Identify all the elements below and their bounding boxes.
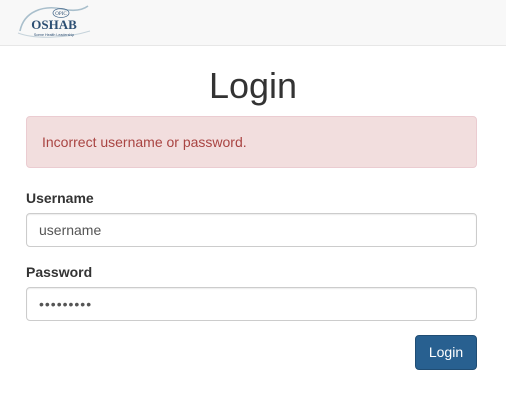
- svg-text:OSHAB: OSHAB: [31, 17, 77, 32]
- error-alert-message: Incorrect username or password.: [42, 134, 247, 150]
- brand-logo[interactable]: OPIC OSHAB Scene Health Leadership: [14, 3, 94, 43]
- page-title: Login: [208, 65, 298, 106]
- svg-text:Scene Health Leadership: Scene Health Leadership: [34, 33, 74, 37]
- top-navbar: OPIC OSHAB Scene Health Leadership: [0, 0, 506, 46]
- username-input[interactable]: [26, 213, 477, 247]
- login-button[interactable]: Login: [415, 335, 477, 370]
- username-label: Username: [26, 190, 94, 206]
- password-input[interactable]: [26, 287, 477, 321]
- password-label: Password: [26, 264, 93, 280]
- error-alert: Incorrect username or password.: [26, 116, 477, 168]
